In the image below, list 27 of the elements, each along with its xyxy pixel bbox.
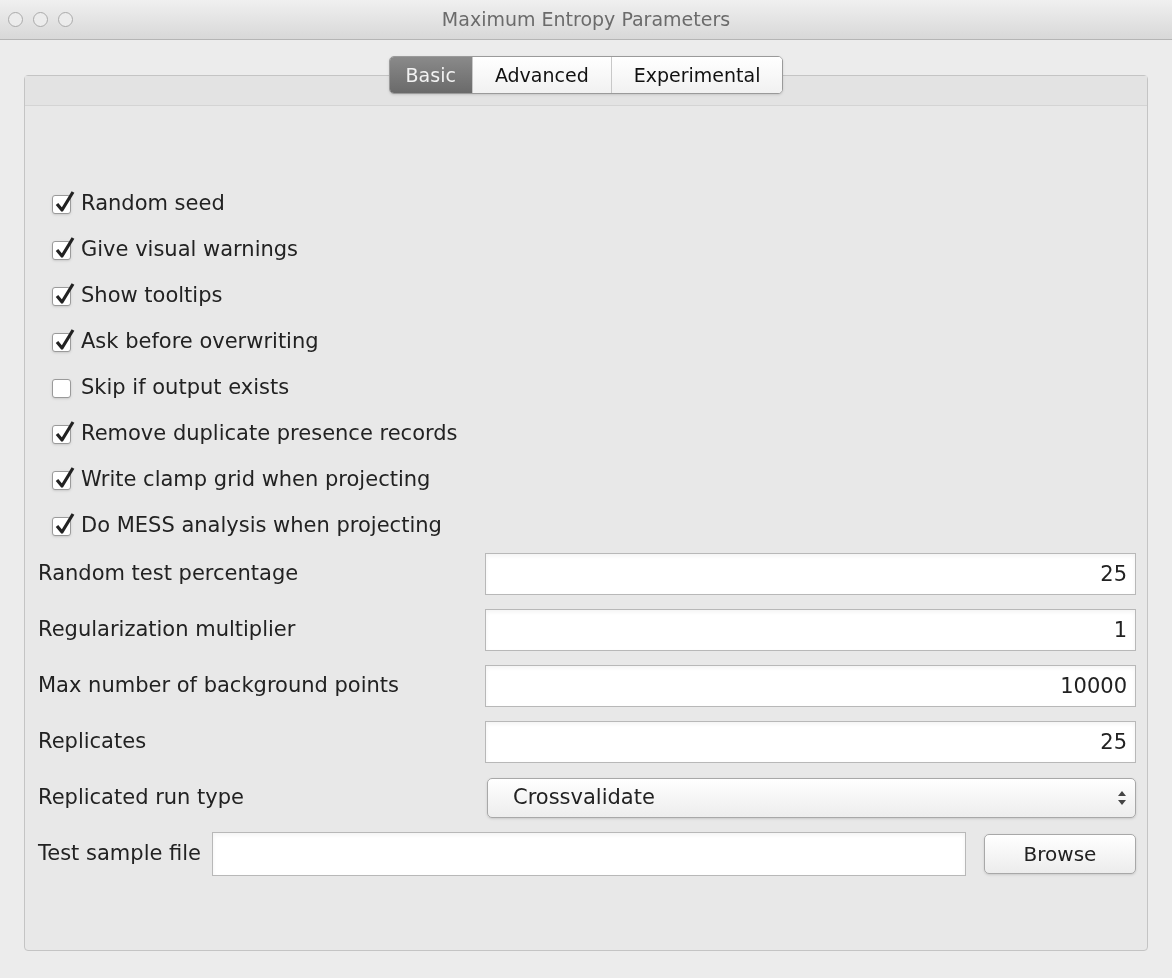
input-field[interactable]: 25: [485, 553, 1136, 595]
checkbox-label: Random seed: [81, 190, 225, 218]
checkbox-label: Give visual warnings: [81, 236, 299, 264]
field-label: Test sample file: [38, 840, 202, 868]
field-label: Replicated run type: [38, 784, 245, 812]
window-title: Maximum Entropy Parameters: [441, 7, 731, 33]
field-label: Random test percentage: [38, 560, 300, 588]
checkbox-label: Show tooltips: [81, 282, 223, 310]
stepper-arrows-icon: [1117, 790, 1127, 806]
input-field[interactable]: 25: [485, 721, 1136, 763]
checkbox-label: Write clamp grid when projecting: [81, 466, 431, 494]
field-label: Regularization multiplier: [38, 616, 297, 644]
checkbox-label: Remove duplicate presence records: [81, 420, 458, 448]
checkbox[interactable]: [52, 378, 71, 398]
browse-button[interactable]: Browse: [984, 834, 1136, 874]
dropdown[interactable]: Crossvalidate: [487, 778, 1136, 818]
input-field[interactable]: [212, 832, 966, 876]
input-field[interactable]: 1: [485, 609, 1136, 651]
input-field[interactable]: 10000: [485, 665, 1136, 707]
field-label: Replicates: [38, 728, 148, 756]
checkbox-label: Do MESS analysis when projecting: [81, 512, 442, 540]
tab[interactable]: Experimental: [610, 57, 783, 93]
checkbox-label: Skip if output exists: [81, 374, 290, 402]
checkbox-label: Ask before overwriting: [81, 328, 319, 356]
field-label: Max number of background points: [38, 672, 401, 700]
tab[interactable]: Advanced: [471, 57, 611, 93]
tab[interactable]: Basic: [389, 57, 472, 93]
